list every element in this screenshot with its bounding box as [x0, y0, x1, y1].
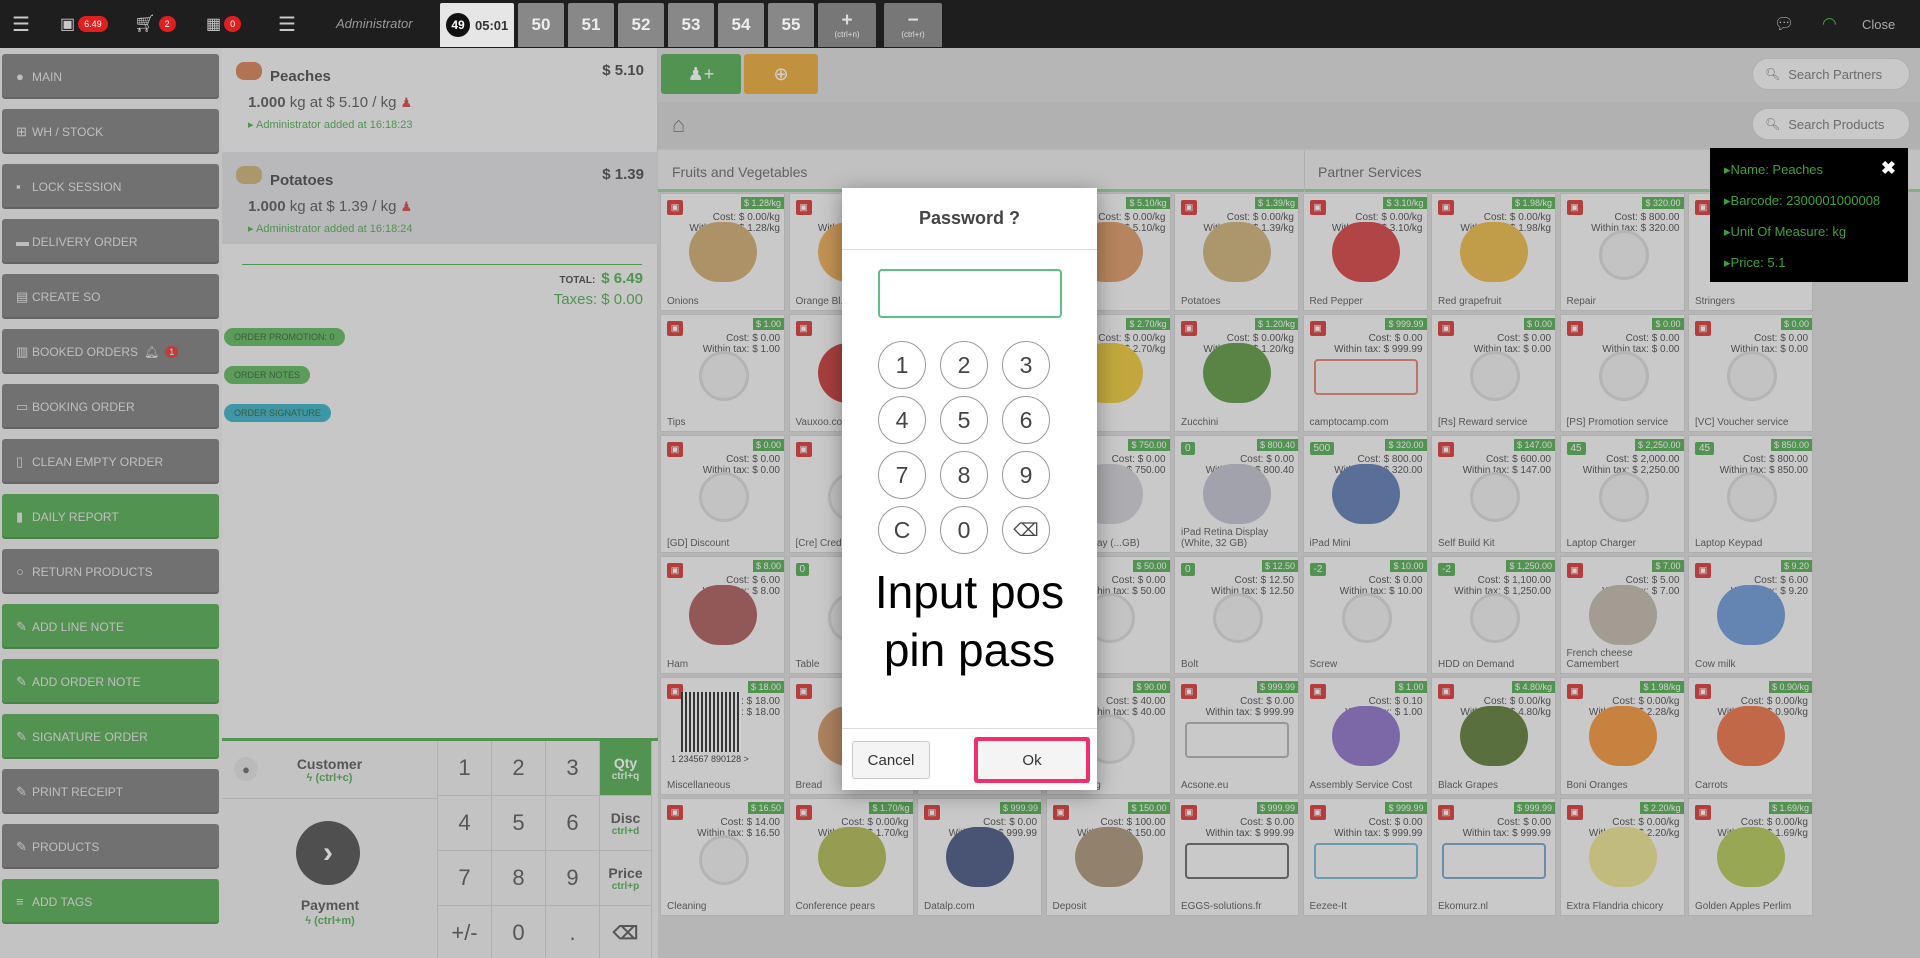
- plus-icon: +: [841, 9, 853, 31]
- info-barcode: ▸Barcode: 2300001000008: [1724, 193, 1881, 208]
- cancel-button[interactable]: Cancel: [852, 741, 930, 779]
- minus-icon: −: [907, 9, 919, 31]
- info-uom: ▸Unit Of Measure: kg: [1724, 224, 1847, 239]
- pin-key[interactable]: 0: [940, 506, 988, 554]
- top-bar: ☰ ▣ 6.49 🛒︎ 2 ▦ 0 ☰ Administrator 49 05:…: [0, 0, 1920, 48]
- add-order-hint: (ctrl+n): [834, 29, 860, 39]
- info-uom-text: Unit Of Measure: kg: [1730, 224, 1847, 239]
- dialog-title: Password ?: [842, 188, 1097, 250]
- order-time: 05:01: [475, 17, 509, 33]
- order-tab-55[interactable]: 55: [768, 3, 814, 47]
- dialog-message: Input pos pin pass: [842, 563, 1097, 679]
- wifi-icon: ◠: [1822, 14, 1837, 33]
- info-price: ▸Price: 5.1: [1724, 255, 1786, 270]
- pin-key[interactable]: 8: [940, 451, 988, 499]
- remove-order-hint: (ctrl+r): [901, 29, 925, 39]
- backspace-key[interactable]: ⌫: [1002, 506, 1050, 554]
- info-barcode-text: Barcode: 2300001000008: [1730, 193, 1881, 208]
- add-order-button[interactable]: + (ctrl+n): [818, 3, 876, 47]
- dialog-message-line1: Input pos: [874, 566, 1065, 618]
- ok-button[interactable]: Ok: [974, 737, 1090, 783]
- info-name: ▸Name: Peaches: [1724, 162, 1824, 177]
- money-icon: ▣: [60, 16, 76, 33]
- cart-badge: 2: [158, 16, 176, 32]
- gift-badge: 0: [224, 16, 242, 32]
- backspace-icon: ⌫: [1013, 519, 1039, 540]
- password-input[interactable]: [878, 269, 1062, 318]
- pin-key[interactable]: 5: [940, 396, 988, 444]
- menu-list-icon[interactable]: ☰: [12, 0, 30, 48]
- close-icon[interactable]: ✖: [1881, 158, 1896, 179]
- order-tab-53[interactable]: 53: [668, 3, 714, 47]
- pin-key[interactable]: 6: [1002, 396, 1050, 444]
- password-dialog: Password ? 123 456 789 C0 ⌫ Input pos pin p…: [842, 188, 1097, 790]
- dialog-footer: Cancel Ok: [842, 728, 1097, 790]
- cart-icon: 🛒︎: [134, 14, 156, 33]
- info-name-text: Name: Peaches: [1730, 162, 1824, 177]
- close-button[interactable]: Close: [1862, 0, 1895, 48]
- info-price-text: Price: 5.1: [1730, 255, 1786, 270]
- pin-key[interactable]: 4: [878, 396, 926, 444]
- order-tab-49[interactable]: 49 05:01: [440, 3, 514, 47]
- product-info-box: ✖ ▸Name: Peaches ▸Barcode: 2300001000008…: [1710, 148, 1908, 282]
- remove-order-button[interactable]: − (ctrl+r): [884, 3, 942, 47]
- pin-key[interactable]: 2: [940, 341, 988, 389]
- pin-key[interactable]: 3: [1002, 341, 1050, 389]
- order-tab-50[interactable]: 50: [518, 3, 564, 47]
- order-number: 49: [446, 13, 470, 37]
- pin-key[interactable]: C: [878, 506, 926, 554]
- orders-list-icon[interactable]: ☰: [278, 0, 296, 48]
- chat-icon[interactable]: 💬︎: [1774, 0, 1794, 48]
- cash-badge: 6.49: [78, 16, 108, 32]
- gift-icon: ▦: [206, 16, 222, 33]
- order-tab-51[interactable]: 51: [568, 3, 614, 47]
- cash-button[interactable]: ▣ 6.49: [60, 0, 108, 48]
- username: Administrator: [336, 16, 413, 31]
- pin-key[interactable]: 1: [878, 341, 926, 389]
- pin-key[interactable]: 7: [878, 451, 926, 499]
- dialog-message-line2: pin pass: [883, 624, 1056, 676]
- gift-button[interactable]: ▦ 0: [206, 0, 242, 48]
- order-tab-52[interactable]: 52: [618, 3, 664, 47]
- order-tab-54[interactable]: 54: [718, 3, 764, 47]
- pin-key[interactable]: 9: [1002, 451, 1050, 499]
- cart-button[interactable]: 🛒︎ 2: [134, 0, 176, 48]
